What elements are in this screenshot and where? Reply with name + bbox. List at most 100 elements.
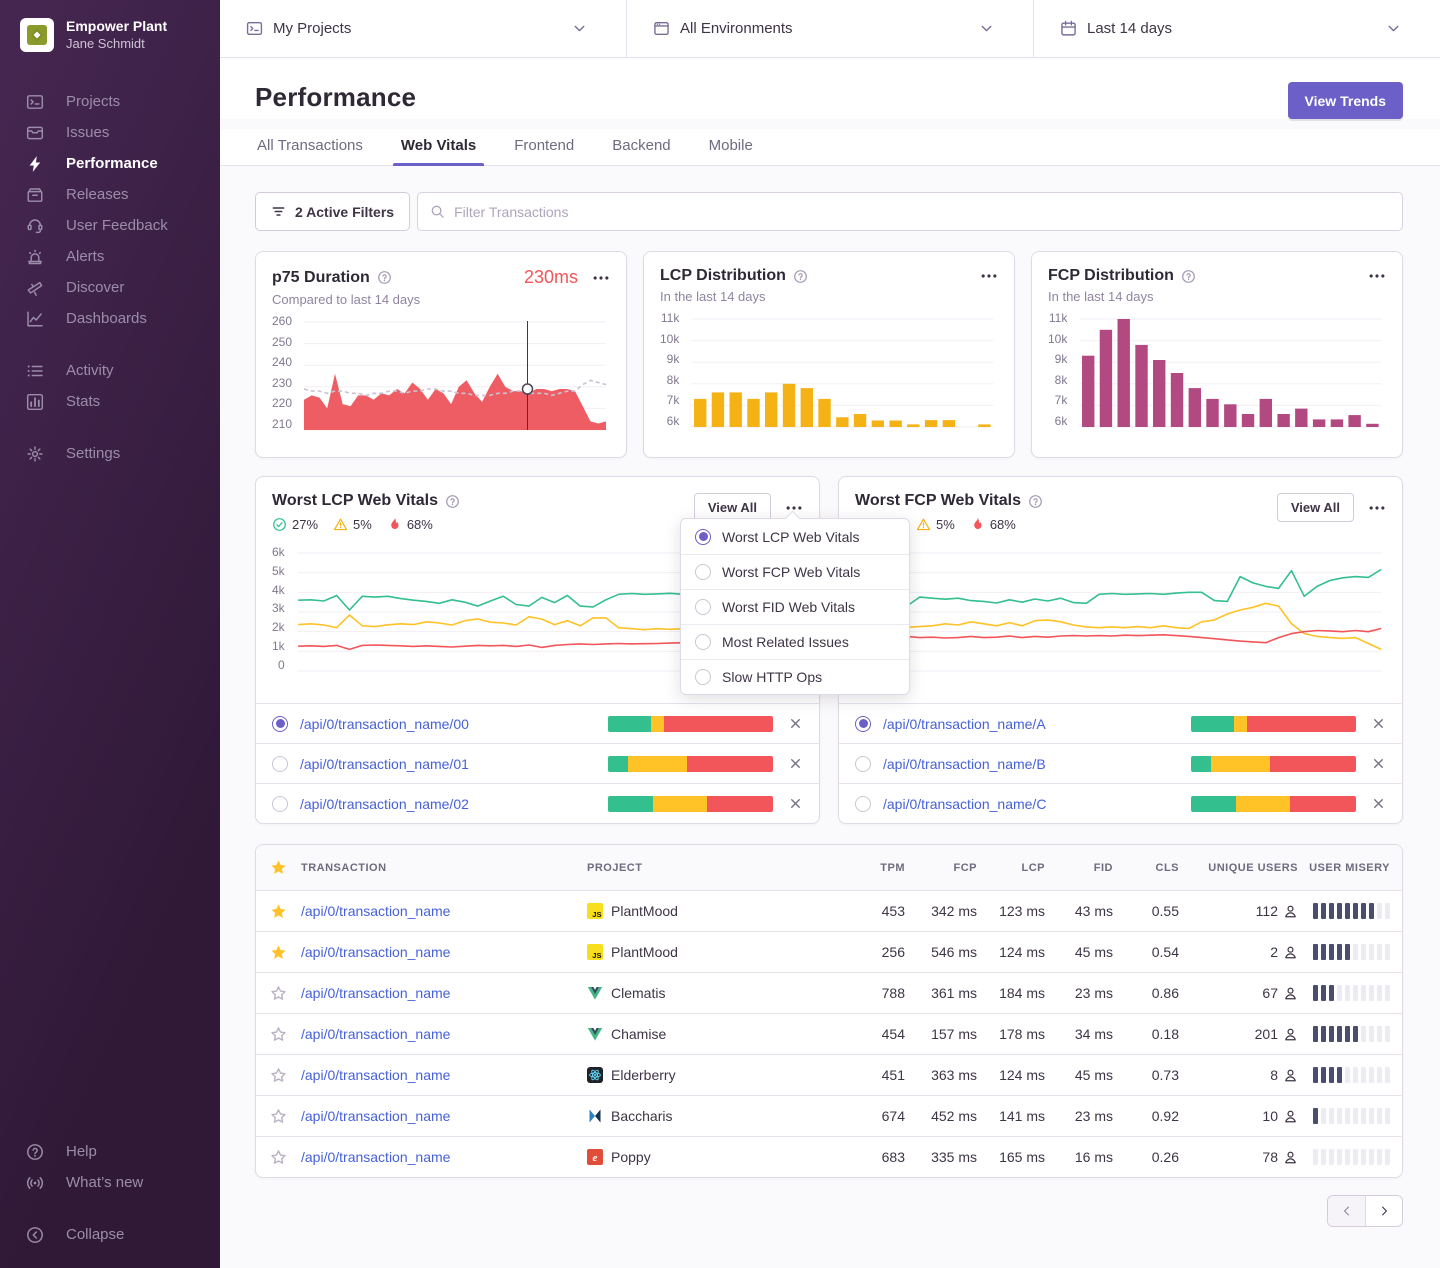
transaction-link[interactable]: /api/0/transaction_name/C [883, 796, 1046, 812]
question-icon[interactable] [1028, 494, 1043, 509]
radio-button[interactable] [855, 796, 871, 812]
star-outline-icon[interactable] [270, 1149, 287, 1166]
active-filters-button[interactable]: 2 Active Filters [255, 192, 410, 231]
sidebar-item-dashboards[interactable]: Dashboards [0, 303, 220, 334]
sidebar-item-performance[interactable]: Performance [0, 148, 220, 179]
sidebar-item-collapse[interactable]: Collapse [0, 1219, 220, 1250]
transaction-link[interactable]: /api/0/transaction_name [301, 1149, 587, 1165]
col-tpm[interactable]: TPM [837, 862, 907, 874]
menu-item[interactable]: Worst FCP Web Vitals [681, 554, 909, 589]
close-icon[interactable] [788, 756, 803, 771]
close-icon[interactable] [1371, 756, 1386, 771]
sidebar-item-help[interactable]: Help [0, 1136, 220, 1167]
menu-item[interactable]: Worst FID Web Vitals [681, 589, 909, 624]
tab-frontend[interactable]: Frontend [512, 129, 576, 165]
col-cls[interactable]: CLS [1115, 862, 1181, 874]
ellipsis-icon[interactable] [1368, 267, 1386, 285]
sidebar-item-stats[interactable]: Stats [0, 386, 220, 417]
ellipsis-icon[interactable] [980, 267, 998, 285]
star-outline-icon[interactable] [270, 985, 287, 1002]
radio-button[interactable] [272, 756, 288, 772]
star-filled-icon[interactable] [270, 944, 287, 961]
global-filter-project[interactable]: My Projects [220, 0, 627, 57]
vitals-transaction-row: /api/0/transaction_name/02 [256, 783, 819, 823]
project-cell[interactable]: Clematis [587, 985, 837, 1001]
menu-item[interactable]: Most Related Issues [681, 624, 909, 659]
tab-mobile[interactable]: Mobile [707, 129, 755, 165]
transaction-link[interactable]: /api/0/transaction_name/00 [300, 716, 469, 732]
global-filter-window[interactable]: All Environments [627, 0, 1034, 57]
sidebar-item-discover[interactable]: Discover [0, 272, 220, 303]
question-icon[interactable] [793, 269, 808, 284]
previous-page-button[interactable] [1328, 1196, 1365, 1226]
star-filled-icon[interactable] [270, 903, 287, 920]
ellipsis-icon[interactable] [1368, 499, 1386, 517]
star-filled-icon [270, 859, 287, 876]
transaction-link[interactable]: /api/0/transaction_name/B [883, 756, 1046, 772]
vitals-transaction-row: /api/0/transaction_name/C [839, 783, 1402, 823]
transaction-link[interactable]: /api/0/transaction_name/A [883, 716, 1046, 732]
menu-item[interactable]: Slow HTTP Ops [681, 659, 909, 694]
project-cell[interactable]: JSPlantMood [587, 944, 837, 960]
transaction-link[interactable]: /api/0/transaction_name [301, 1108, 587, 1124]
close-icon[interactable] [788, 796, 803, 811]
next-page-button[interactable] [1365, 1196, 1402, 1226]
project-cell[interactable]: Baccharis [587, 1108, 837, 1124]
transaction-link[interactable]: /api/0/transaction_name/01 [300, 756, 469, 772]
tab-backend[interactable]: Backend [610, 129, 672, 165]
star-outline-icon[interactable] [270, 1067, 287, 1084]
col-user-misery[interactable]: USER MISERY [1308, 862, 1403, 874]
view-trends-button[interactable]: View Trends [1288, 82, 1403, 119]
project-cell[interactable]: ePoppy [587, 1149, 837, 1165]
transaction-link[interactable]: /api/0/transaction_name [301, 985, 587, 1001]
close-icon[interactable] [1371, 716, 1386, 731]
sidebar-item-settings[interactable]: Settings [0, 438, 220, 469]
svg-text:JS: JS [592, 951, 601, 960]
sidebar-item-releases[interactable]: Releases [0, 179, 220, 210]
sidebar-item-issues[interactable]: Issues [0, 117, 220, 148]
sidebar-item-projects[interactable]: Projects [0, 86, 220, 117]
menu-item[interactable]: Worst LCP Web Vitals [681, 519, 909, 554]
close-icon[interactable] [788, 716, 803, 731]
sidebar-item-alerts[interactable]: Alerts [0, 241, 220, 272]
tab-web-vitals[interactable]: Web Vitals [399, 129, 478, 165]
project-cell[interactable]: JSPlantMood [587, 903, 837, 919]
vitals-badge-check-circle: 27% [272, 517, 318, 532]
sidebar-item-activity[interactable]: Activity [0, 355, 220, 386]
project-cell[interactable]: Elderberry [587, 1067, 837, 1083]
col-unique-users[interactable]: UNIQUE USERS [1181, 862, 1308, 874]
org-switcher[interactable]: Empower Plant Jane Schmidt [0, 0, 220, 62]
transaction-link[interactable]: /api/0/transaction_name [301, 903, 587, 919]
radio-button[interactable] [855, 716, 871, 732]
platform-vue-icon [587, 985, 603, 1001]
project-cell[interactable]: Chamise [587, 1026, 837, 1042]
transaction-link[interactable]: /api/0/transaction_name [301, 1067, 587, 1083]
question-icon[interactable] [377, 270, 392, 285]
radio-button[interactable] [855, 756, 871, 772]
col-fcp[interactable]: FCP [907, 862, 979, 874]
global-filter-bar: My ProjectsAll EnvironmentsLast 14 days [220, 0, 1440, 58]
search-input[interactable] [454, 204, 1390, 220]
transaction-link[interactable]: /api/0/transaction_name [301, 944, 587, 960]
star-outline-icon[interactable] [270, 1026, 287, 1043]
col-project[interactable]: PROJECT [587, 862, 837, 874]
ellipsis-icon[interactable] [592, 269, 610, 287]
view-all-button[interactable]: View All [1277, 493, 1354, 522]
cls-value: 0.73 [1115, 1067, 1181, 1083]
question-icon[interactable] [445, 494, 460, 509]
radio-button[interactable] [272, 796, 288, 812]
global-filter-calendar[interactable]: Last 14 days [1034, 0, 1440, 57]
radio-button[interactable] [272, 716, 288, 732]
tab-all-transactions[interactable]: All Transactions [255, 129, 365, 165]
radio-button [695, 599, 711, 615]
transaction-link[interactable]: /api/0/transaction_name/02 [300, 796, 469, 812]
sidebar-item-user-feedback[interactable]: User Feedback [0, 210, 220, 241]
col-transaction[interactable]: TRANSACTION [301, 862, 587, 874]
col-lcp[interactable]: LCP [979, 862, 1047, 874]
sidebar-item-what-s-new[interactable]: What’s new [0, 1167, 220, 1198]
transaction-link[interactable]: /api/0/transaction_name [301, 1026, 587, 1042]
close-icon[interactable] [1371, 796, 1386, 811]
col-fid[interactable]: FID [1047, 862, 1115, 874]
question-icon[interactable] [1181, 269, 1196, 284]
star-outline-icon[interactable] [270, 1108, 287, 1125]
